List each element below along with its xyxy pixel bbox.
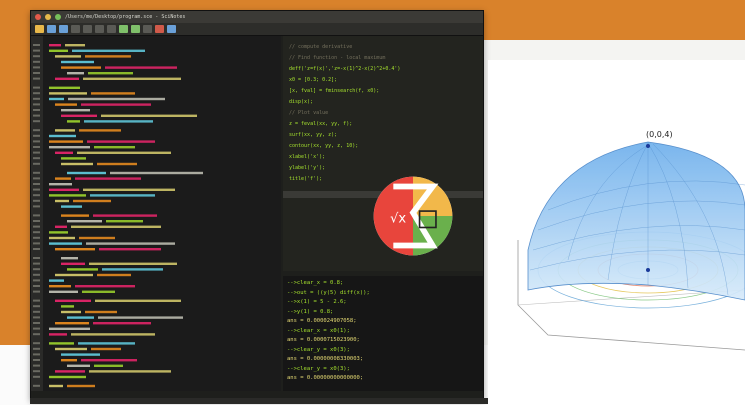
print-icon[interactable]	[71, 25, 80, 33]
console-line: ans = 0.0000715023900;	[287, 337, 360, 343]
console-line: -->clear_y = x0(3);	[287, 365, 350, 372]
editor-code-line: z = feval(xx, yy, f);	[289, 121, 353, 127]
minimize-icon[interactable]	[45, 14, 51, 20]
paste-icon[interactable]	[107, 25, 116, 33]
editor-code-line: ylabel('y');	[289, 165, 326, 171]
editor-code-line: // Find function - local maximum	[289, 55, 386, 61]
editor-code-line: // compute derivative	[289, 44, 353, 50]
execute-icon[interactable]	[167, 25, 176, 33]
window-titlebar: /Users/me/Desktop/program.sce - SciNotes	[31, 11, 483, 23]
console-line: -->out = ((y(5) diff(x));	[287, 289, 370, 296]
svg-text:√x: √x	[390, 212, 406, 227]
scilab-console[interactable]: -->clear_x = 0.8; -->out = ((y(5) diff(x)…	[283, 276, 483, 391]
console-line: ans = 0.00000000000000;	[287, 375, 364, 381]
editor-code-line: x0 = [0.3; 0.2];	[289, 77, 338, 83]
close-icon[interactable]	[35, 14, 41, 20]
console-line: ans = 0.000024907058;	[287, 318, 357, 324]
editor-code-line: [x, fval] = fminsearch(f, x0);	[289, 88, 380, 94]
find-icon[interactable]	[143, 25, 152, 33]
open-file-icon[interactable]	[47, 25, 56, 33]
editor-code-line: contour(xx, yy, z, 10);	[289, 143, 359, 149]
code-editor-left[interactable]	[31, 36, 281, 391]
redo-icon[interactable]	[131, 25, 140, 33]
copy-icon[interactable]	[95, 25, 104, 33]
console-line: -->clear_x = 0.8;	[287, 280, 344, 286]
editor-code-line: deff('z=f(x)','z=-x(1)^2-x(2)^2+0.4')	[289, 66, 401, 72]
new-file-icon[interactable]	[35, 25, 44, 33]
undo-icon[interactable]	[119, 25, 128, 33]
console-line: -->clear_x = x0(1);	[287, 327, 350, 334]
run-icon[interactable]	[155, 25, 164, 33]
editor-code-line: disp(x);	[289, 99, 314, 105]
console-line: -->clear_y = x0(3);	[287, 346, 350, 353]
console-line: -->x(1) = 5 - 2.6;	[287, 299, 347, 305]
scilab-logo: √x	[373, 176, 453, 256]
window-title: /Users/me/Desktop/program.sce - SciNotes	[65, 14, 186, 20]
maximize-icon[interactable]	[55, 14, 61, 20]
console-line: -->y(1) = 0.8;	[287, 308, 334, 315]
save-icon[interactable]	[59, 25, 68, 33]
editor-code-line: // Plot value	[289, 110, 329, 116]
editor-code-line: surf(xx, yy, z);	[289, 132, 338, 138]
surface-plot: (0,0,4)	[488, 60, 745, 405]
code-text-lines	[33, 44, 203, 388]
editor-code-line: title('f');	[289, 176, 323, 182]
editor-code-line: xlabel('x');	[289, 154, 326, 160]
console-line: ans = 0.00000008330003;	[287, 356, 364, 362]
peak-label: (0,0,4)	[646, 130, 673, 139]
cut-icon[interactable]	[83, 25, 92, 33]
toolbar	[31, 23, 483, 36]
